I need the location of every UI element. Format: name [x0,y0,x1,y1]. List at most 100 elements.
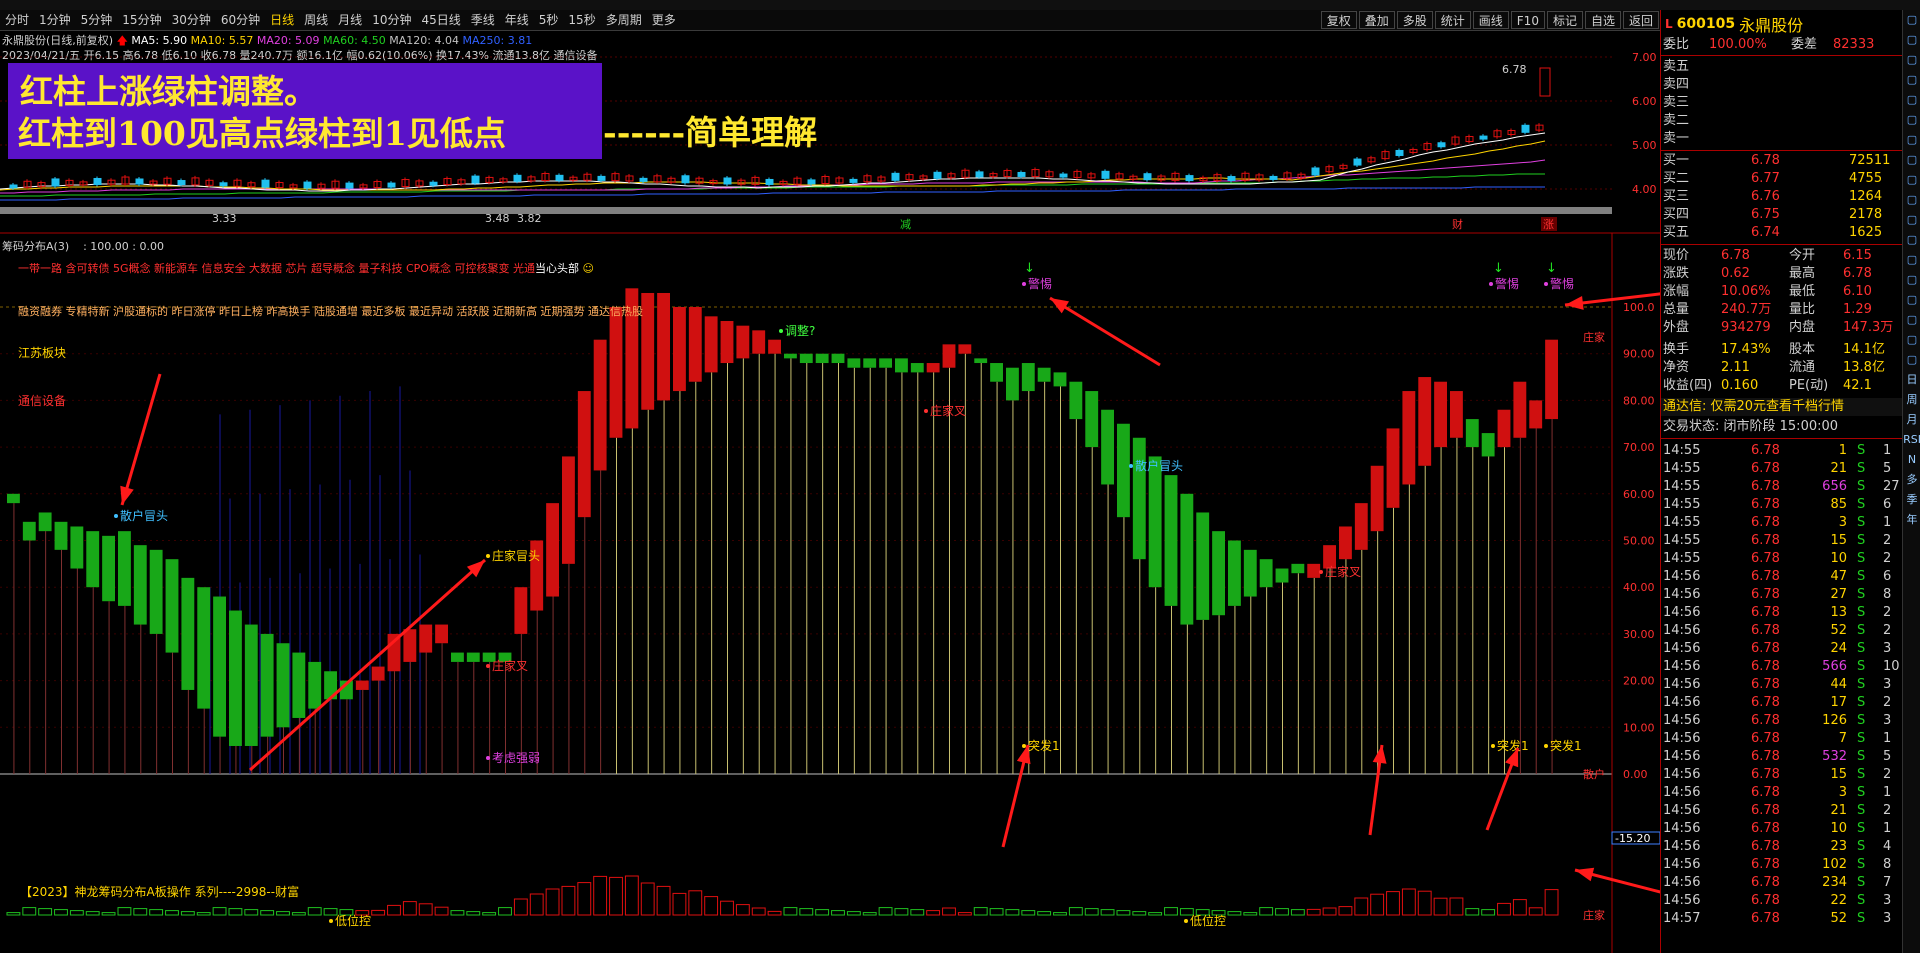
tool-icon-5[interactable]: ▢ [1903,110,1920,130]
cell: 委比 [1663,37,1690,52]
tool-0[interactable]: 日 [1903,370,1920,390]
cell: S [1857,659,1866,674]
tool-4[interactable]: N [1903,450,1920,470]
indicator-bar [54,521,68,550]
label-dot [486,554,490,558]
candle [933,171,942,179]
cell: 6.78 [1751,695,1780,710]
tool-icon-6[interactable]: ▢ [1903,130,1920,150]
level-icon: L [1665,17,1673,31]
cell: 1 [1883,443,1892,458]
stat-row-0: 现价 6.78 今开 6.15 [1661,247,1903,265]
histogram-bar [942,907,956,916]
tool-icon-16[interactable]: ▢ [1903,330,1920,350]
status-row: 交易状态: 闭市阶段 15:00:00 [1661,418,1903,436]
tool-icon-3[interactable]: ▢ [1903,70,1920,90]
cell: S [1857,551,1866,566]
cell: 6.77 [1751,171,1780,186]
tool-icon-13[interactable]: ▢ [1903,270,1920,290]
cell: 14:55 [1663,497,1701,512]
histogram-bar [910,909,925,916]
cell: 15 [1830,767,1847,782]
indicator-bar [609,307,623,438]
tool-icon-10[interactable]: ▢ [1903,210,1920,230]
cell: 82333 [1833,37,1875,52]
tick-row: 14:56 6.78 13 S 2 [1661,604,1903,622]
tool-icon-9[interactable]: ▢ [1903,190,1920,210]
cell: 1 [1883,821,1892,836]
tool-icon-4[interactable]: ▢ [1903,90,1920,110]
cell: 240.7万 [1721,302,1772,317]
cell: 卖五 [1663,59,1690,74]
tool-icon-11[interactable]: ▢ [1903,230,1920,250]
tool-icon-1[interactable]: ▢ [1903,30,1920,50]
histogram-bar [1338,906,1353,916]
tool-icon-14[interactable]: ▢ [1903,290,1920,310]
tool-5[interactable]: 多 [1903,470,1920,490]
indicator-bar [102,535,115,602]
tool-6[interactable]: 季 [1903,490,1920,510]
tick-row: 14:56 6.78 23 S 4 [1661,838,1903,856]
tool-icon-8[interactable]: ▢ [1903,170,1920,190]
histogram-bar [133,908,148,916]
cell: 14:56 [1663,875,1701,890]
cell: 2.11 [1721,360,1750,375]
histogram-bar [957,912,972,916]
cell: 14.1亿 [1843,342,1885,357]
histogram-bar [1306,908,1321,916]
indicator-bar [958,344,972,354]
indicator-bar [70,526,84,569]
indicator-bar [244,624,258,746]
indicator-bar [181,577,195,690]
tick-row: 14:55 6.78 21 S 5 [1661,460,1903,478]
cell: 卖三 [1663,95,1690,110]
tool-7[interactable]: 年 [1903,510,1920,530]
tick-row: 14:55 6.78 656 S 27 [1661,478,1903,496]
cell: 14:55 [1663,479,1701,494]
indicator-bar [879,358,892,368]
cell: 3 [1838,785,1847,800]
tool-1[interactable]: 周 [1903,390,1920,410]
cell: S [1857,677,1866,692]
candle [891,172,900,181]
stat-row-1: 涨跌 0.62 最高 6.78 [1661,265,1903,283]
histogram-bar [831,910,845,916]
cell: 21 [1830,803,1847,818]
region-label: 江苏板块 [18,346,67,360]
histogram-bar [149,909,164,916]
cell: 6.78 [1751,677,1780,692]
cell: 1625 [1849,225,1883,240]
histogram-bar [1053,912,1067,916]
cell: 14:56 [1663,677,1701,692]
histogram-bar [180,911,195,916]
histogram-bar [1021,910,1036,916]
cell: 涨幅 [1663,284,1690,299]
cell: 126 [1822,713,1847,728]
cell: 6.15 [1843,248,1872,263]
banner-line1: 红柱上涨绿柱调整。 [20,72,317,111]
histogram-bar [799,908,814,916]
kline-volume-strip [0,207,1612,214]
histogram-bar [6,912,21,916]
tool-2[interactable]: 月 [1903,410,1920,430]
indicator-bar [1164,475,1178,606]
cell: 14:56 [1663,569,1701,584]
tool-icon-12[interactable]: ▢ [1903,250,1920,270]
cell: 5 [1883,749,1892,764]
tool-icon-7[interactable]: ▢ [1903,150,1920,170]
right-tag: 庄家 [1583,330,1605,344]
cell: 147.3万 [1843,320,1894,335]
histogram-bar [450,910,465,916]
cell: 24 [1830,641,1847,656]
tool-icon-0[interactable]: ▢ [1903,10,1920,30]
tool-icon-17[interactable]: ▢ [1903,350,1920,370]
cell: 14:56 [1663,749,1701,764]
cell: 15 [1830,533,1847,548]
indicator-bar [1212,531,1225,616]
tool-3[interactable]: RSI [1903,430,1920,450]
cell: 27 [1830,587,1847,602]
tool-icon-2[interactable]: ▢ [1903,50,1920,70]
indicator-bar [229,610,242,746]
tool-icon-15[interactable]: ▢ [1903,310,1920,330]
histogram-bar [1037,911,1052,916]
